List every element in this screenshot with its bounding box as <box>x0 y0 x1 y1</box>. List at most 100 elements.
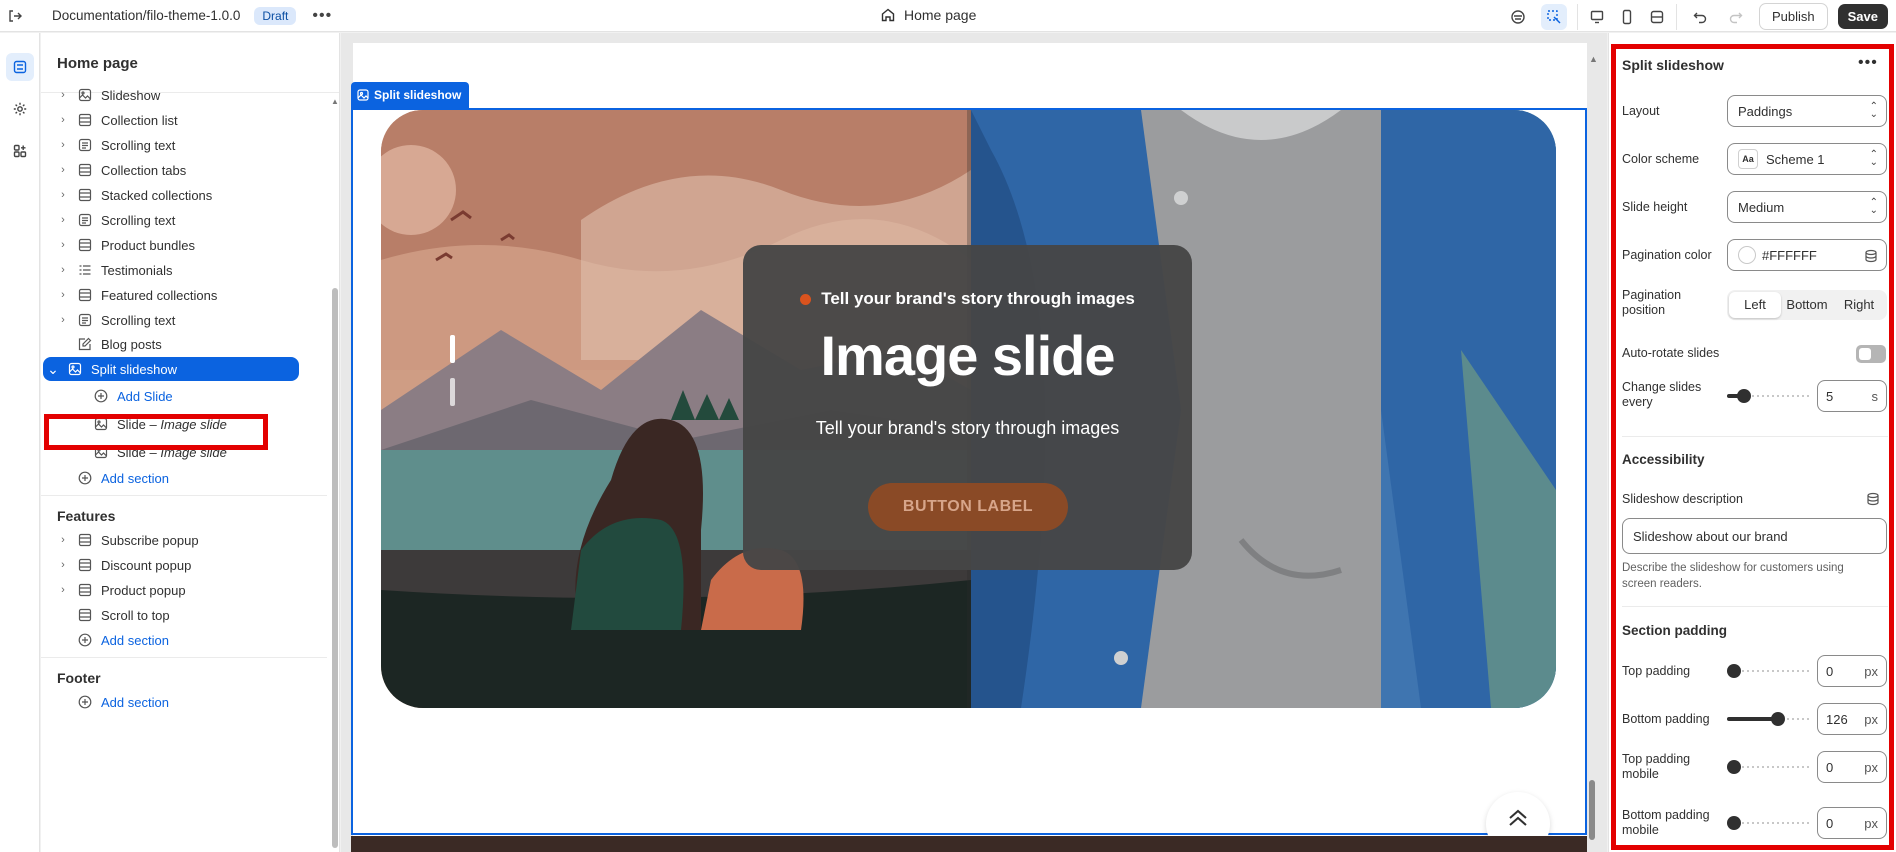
chevron-right-icon[interactable]: › <box>55 239 71 251</box>
save-button[interactable]: Save <box>1837 4 1888 29</box>
sidebar-item-product-popup[interactable]: › Product popup <box>41 578 321 602</box>
top-padding-input[interactable]: 0 px <box>1817 655 1887 687</box>
slide-height-select[interactable]: Medium ⌃ ⌄ <box>1727 191 1887 223</box>
section-tag[interactable]: Split slideshow <box>351 82 470 108</box>
sidebar-item-stacked-collections[interactable]: › Stacked collections <box>41 183 321 207</box>
add-section-link[interactable]: Add section <box>41 466 321 490</box>
top-padding-value: 0 <box>1826 664 1834 679</box>
sidebar-item-label: Scroll to top <box>101 607 170 623</box>
chevron-right-icon[interactable]: › <box>55 139 71 151</box>
sidebar-item-blog-posts[interactable]: Blog posts <box>41 332 321 356</box>
redo-icon[interactable] <box>1723 4 1749 30</box>
sidebar-item-scrolling-text[interactable]: › Scrolling text <box>41 208 321 232</box>
dynamic-source-icon[interactable] <box>1866 492 1880 506</box>
chevron-right-icon[interactable]: › <box>55 214 71 226</box>
chevron-right-icon[interactable]: › <box>55 289 71 301</box>
sidebar-item-product-bundles[interactable]: › Product bundles <box>41 233 321 257</box>
top-padding-slider[interactable] <box>1727 664 1809 678</box>
sidebar-item-label: Collection list <box>101 112 178 128</box>
chevron-right-icon[interactable]: › <box>55 559 71 571</box>
selected-section-outline <box>351 108 1587 835</box>
text-icon <box>77 212 93 228</box>
chevron-right-icon[interactable]: › <box>55 114 71 126</box>
exit-icon[interactable] <box>0 1 30 31</box>
color-swatch[interactable] <box>1738 246 1756 264</box>
top-padding-mobile-input[interactable]: 0 px <box>1817 751 1887 783</box>
chevron-down-icon[interactable]: ⌄ <box>45 361 61 378</box>
canvas-scroll-thumb[interactable] <box>1589 780 1595 840</box>
top-padding-label: Top padding <box>1622 664 1691 678</box>
pagination-option-right[interactable]: Right <box>1833 292 1885 318</box>
color-scheme-label: Color scheme <box>1622 152 1700 166</box>
chevron-right-icon[interactable]: › <box>55 584 71 596</box>
bottom-padding-mobile-slider[interactable] <box>1727 816 1809 830</box>
change-slides-slider[interactable] <box>1727 389 1809 403</box>
chevron-right-icon[interactable]: › <box>55 189 71 201</box>
sidebar-item-label: Scrolling text <box>101 312 176 328</box>
slideshow-icon <box>357 89 369 101</box>
add-section-link[interactable]: Add section <box>41 628 321 652</box>
px-unit: px <box>1864 664 1878 679</box>
settings-more-icon[interactable]: ••• <box>1858 54 1878 72</box>
theme-name[interactable]: Documentation/filo-theme-1.0.0 <box>52 8 240 23</box>
sidebar-item-testimonials[interactable]: › Testimonials <box>41 258 321 282</box>
bottom-padding-input[interactable]: 126 px <box>1817 703 1887 735</box>
slideshow-description-input[interactable]: Slideshow about our brand <box>1622 518 1887 554</box>
publish-button[interactable]: Publish <box>1758 3 1828 30</box>
chevron-right-icon[interactable]: › <box>55 89 71 101</box>
list-icon <box>77 262 93 278</box>
sidebar-scrollbar[interactable]: ▲ <box>331 93 339 852</box>
auto-rotate-toggle[interactable] <box>1856 345 1886 363</box>
sidebar-item-slideshow[interactable]: › Slideshow <box>41 83 321 107</box>
sidebar-item-collection-list[interactable]: › Collection list <box>41 108 321 132</box>
bottom-padding-slider[interactable] <box>1727 712 1809 726</box>
desktop-view-icon[interactable] <box>1584 4 1610 30</box>
sidebar-item-split-slideshow[interactable]: ⌄ Split slideshow <box>43 357 299 381</box>
add-section-link[interactable]: Add section <box>41 690 321 714</box>
dynamic-source-icon[interactable] <box>1864 249 1878 263</box>
undo-icon[interactable] <box>1687 4 1713 30</box>
sidebar-item-scroll-to-top[interactable]: Scroll to top <box>41 603 321 627</box>
sidebar-item-collection-tabs[interactable]: › Collection tabs <box>41 158 321 182</box>
theme-settings-icon[interactable] <box>6 95 34 123</box>
sidebar-item-subscribe-popup[interactable]: › Subscribe popup <box>41 528 321 552</box>
sidebar-item-label: Collection tabs <box>101 162 187 178</box>
pagination-option-left[interactable]: Left <box>1729 292 1781 318</box>
canvas-scroll-up-arrow[interactable]: ▲ <box>1589 54 1598 64</box>
chevron-right-icon[interactable]: › <box>55 314 71 326</box>
layout-select[interactable]: Paddings ⌃ ⌄ <box>1727 95 1887 127</box>
inspector-icon[interactable] <box>1540 3 1567 30</box>
pagination-option-bottom[interactable]: Bottom <box>1781 292 1833 318</box>
sidebar-item-label: Subscribe popup <box>101 532 199 548</box>
pagination-color-picker[interactable]: #FFFFFF <box>1727 239 1887 271</box>
bottom-padding-mobile-input[interactable]: 0 px <box>1817 807 1887 839</box>
chevron-right-icon[interactable]: › <box>55 164 71 176</box>
color-scheme-select[interactable]: Aa Scheme 1 ⌃ ⌄ <box>1727 143 1887 175</box>
app-embed-icon[interactable] <box>1505 4 1531 30</box>
page-selector[interactable]: Home page <box>880 7 976 23</box>
chevron-right-icon[interactable]: › <box>55 264 71 276</box>
top-padding-mobile-slider[interactable] <box>1727 760 1809 774</box>
sidebar-item-discount-popup[interactable]: › Discount popup <box>41 553 321 577</box>
sidebar-item-scrolling-text[interactable]: › Scrolling text <box>41 308 321 332</box>
sidebar-item-featured-collections[interactable]: › Featured collections <box>41 283 321 307</box>
fullscreen-view-icon[interactable] <box>1644 4 1670 30</box>
divider <box>41 657 327 658</box>
sections-icon[interactable] <box>5 53 34 81</box>
sidebar-item-scrolling-text[interactable]: › Scrolling text <box>41 133 321 157</box>
draft-badge: Draft <box>254 6 297 25</box>
chevron-right-icon[interactable]: › <box>55 534 71 546</box>
more-actions-icon[interactable]: ••• <box>312 7 332 25</box>
divider <box>41 495 327 496</box>
blog-icon <box>77 336 93 352</box>
sidebar-scroll-thumb[interactable] <box>332 288 338 848</box>
app-blocks-icon[interactable] <box>6 137 34 165</box>
add-slide-link[interactable]: Add Slide <box>41 384 321 408</box>
section-icon <box>77 582 93 598</box>
slideshow-icon <box>67 361 83 377</box>
change-slides-input[interactable]: 5 s <box>1817 380 1887 412</box>
scroll-up-arrow[interactable]: ▲ <box>331 97 339 106</box>
slideshow-description-help: Describe the slideshow for customers usi… <box>1622 562 1844 590</box>
plus-icon <box>77 632 93 648</box>
mobile-view-icon[interactable] <box>1614 4 1640 30</box>
